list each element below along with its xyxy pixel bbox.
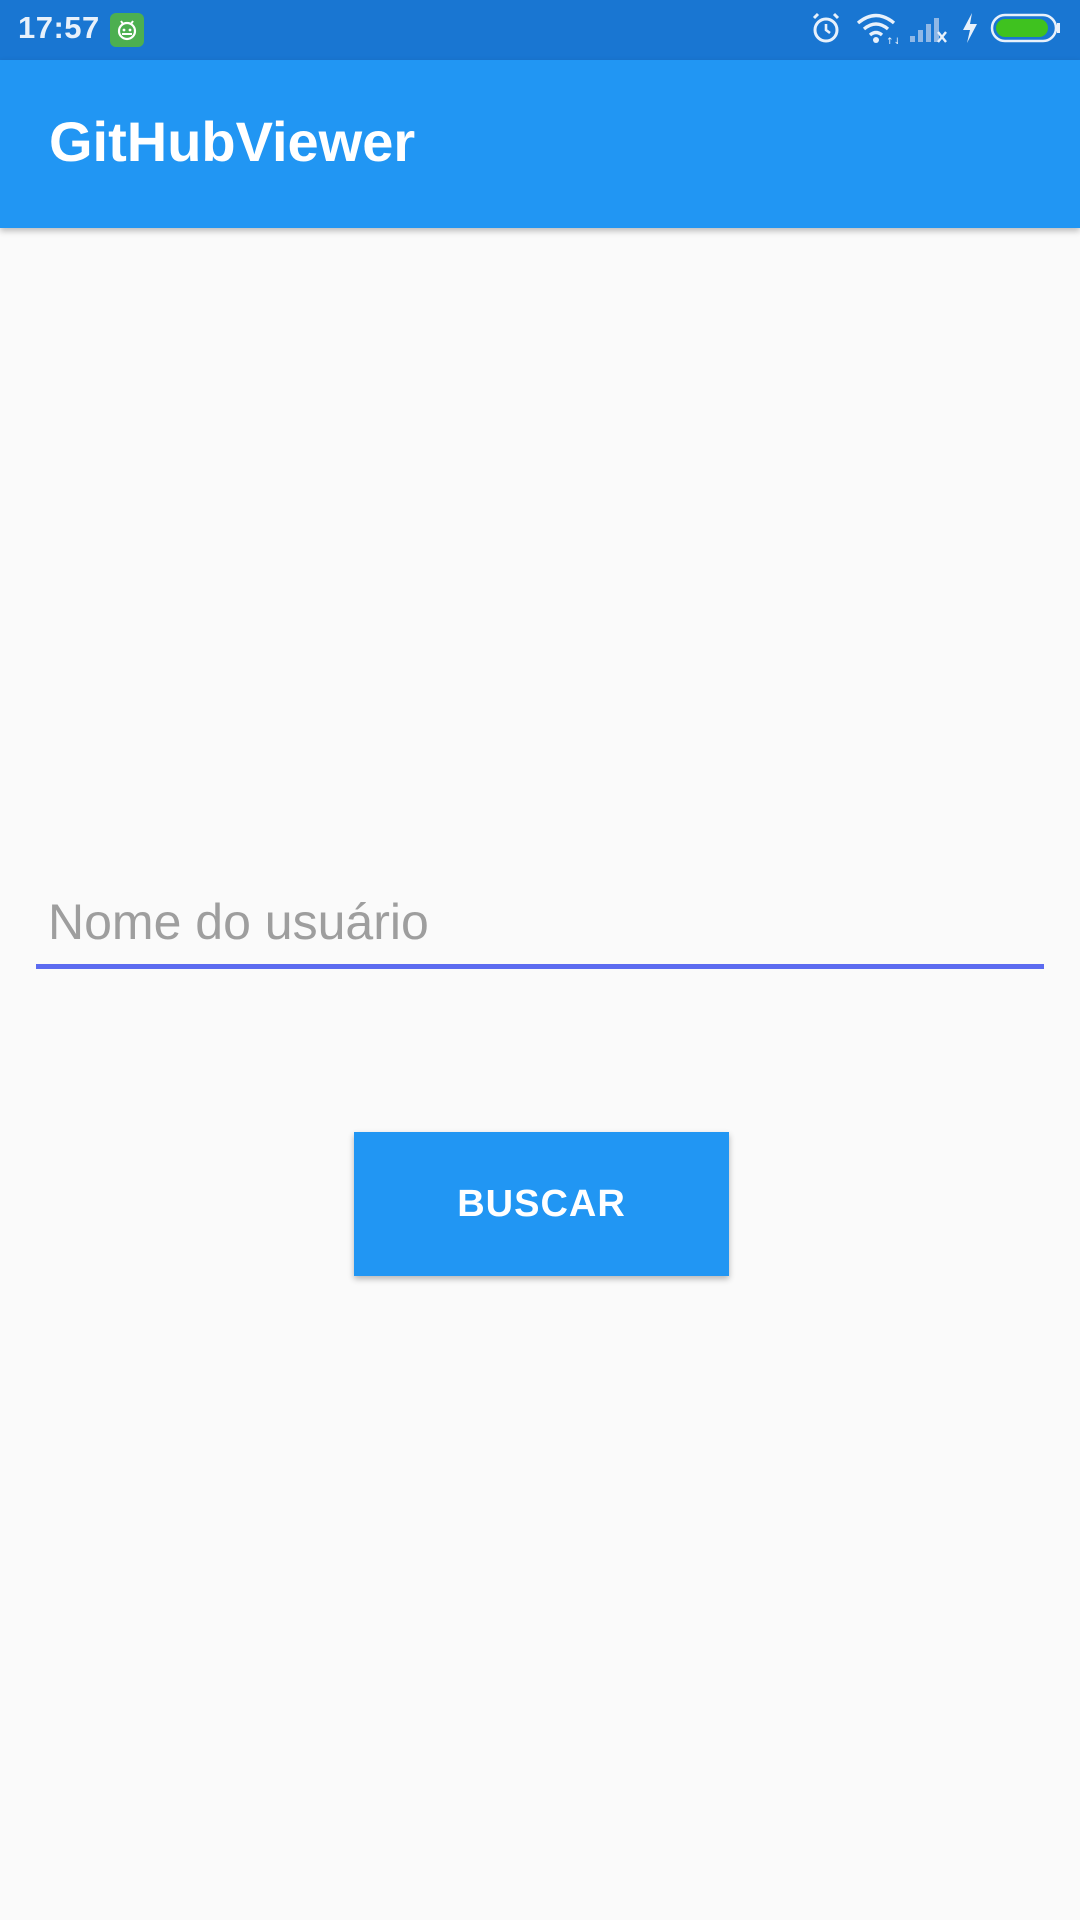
alarm-icon — [808, 10, 844, 51]
search-button[interactable]: BUSCAR — [354, 1132, 729, 1276]
username-input[interactable] — [36, 880, 1044, 964]
android-app-icon — [110, 13, 144, 47]
wifi-icon: ↑↓ — [854, 10, 901, 51]
svg-text:↑↓: ↑↓ — [886, 37, 898, 46]
app-title: GitHubViewer — [49, 110, 416, 173]
charging-icon — [960, 10, 980, 51]
username-field[interactable] — [36, 880, 1044, 970]
signal-icon — [908, 10, 950, 51]
battery-icon — [990, 12, 1062, 49]
status-time: 17:57 — [18, 10, 100, 45]
status-icons: ↑↓ — [808, 11, 1062, 49]
username-field-underline — [36, 964, 1044, 969]
status-bar: 17:57 ↑↓ — [0, 0, 1080, 60]
app-bar: GitHubViewer — [0, 60, 1080, 228]
